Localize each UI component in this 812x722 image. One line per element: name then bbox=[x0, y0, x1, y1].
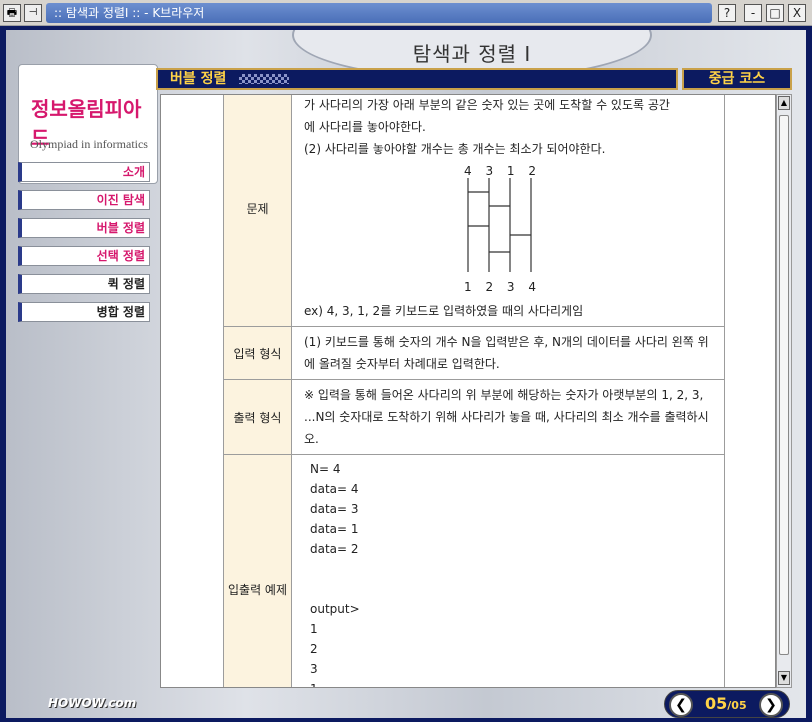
menu-item[interactable]: 소개 bbox=[18, 162, 150, 182]
content-panel: 문제 가 사다리의 가장 아래 부분의 같은 숫자 있는 곳에 도착할 수 있도… bbox=[160, 94, 776, 688]
pin-icon[interactable]: ⊣ bbox=[24, 4, 42, 22]
checker-pattern bbox=[239, 74, 290, 84]
menu-item[interactable]: 병합 정렬 bbox=[18, 302, 150, 322]
io-input-list: N= 4 data= 4 data= 3 data= 1 data= 2 bbox=[304, 459, 712, 559]
example-caption: ex) 4, 3, 1, 2를 키보드로 입력하였을 때의 사다리게임 bbox=[304, 304, 584, 318]
vertical-scrollbar[interactable]: ▲ ▼ bbox=[776, 94, 792, 688]
io-output-line: 2 bbox=[310, 642, 318, 656]
io-input-line: data= 4 bbox=[310, 482, 359, 496]
app-inner: 탐색과 정렬 I 정보올림피아드 Olympiad in informatics… bbox=[6, 30, 806, 718]
ladder-lines bbox=[467, 178, 532, 272]
app-frame: 탐색과 정렬 I 정보올림피아드 Olympiad in informatics… bbox=[0, 26, 812, 722]
help-button[interactable]: ? bbox=[718, 4, 736, 22]
table-row: 입출력 예제 N= 4 data= 4 data= 3 data= 1 data= 2 … bbox=[223, 454, 725, 687]
page-title: 탐색과 정렬 I bbox=[412, 42, 532, 66]
output-format-label: 출력 형식 bbox=[223, 379, 292, 455]
io-input-line: data= 3 bbox=[310, 502, 359, 516]
window-titlebar: 🖶 ⊣ :: 탐색과 정렬I :: - K브라우저 ? - □ X bbox=[0, 0, 812, 26]
ladder-bottom-3: 3 bbox=[506, 280, 515, 294]
io-output-line: 1 bbox=[304, 679, 712, 687]
scroll-up-icon[interactable]: ▲ bbox=[778, 96, 790, 110]
scroll-down-icon[interactable]: ▼ bbox=[778, 671, 790, 685]
ladder-bottom-4: 4 bbox=[528, 280, 536, 294]
section-header: 버블 정렬 bbox=[156, 68, 678, 90]
problem-line-1: 가 사다리의 가장 아래 부분의 같은 숫자 있는 곳에 도착할 수 있도록 공… bbox=[304, 98, 670, 112]
table-row: 입력 형식 (1) 키보드를 통해 숫자의 개수 N을 입력받은 후, N개의 … bbox=[223, 326, 725, 380]
close-button[interactable]: X bbox=[788, 4, 806, 22]
io-output-line: 1 bbox=[310, 622, 318, 636]
input-format-text: (1) 키보드를 통해 숫자의 개수 N을 입력받은 후, N개의 데이터를 사… bbox=[291, 326, 725, 380]
app-icon[interactable]: 🖶 bbox=[3, 4, 21, 22]
problem-line-2: 에 사다리를 놓아야한다. bbox=[304, 120, 426, 134]
io-input-line: data= 1 bbox=[310, 522, 359, 536]
howow-logo: HOWOW.com bbox=[48, 696, 137, 710]
ladder-bottom-2: 2 bbox=[485, 280, 494, 294]
io-output-list: 12312 bbox=[304, 619, 712, 687]
window-title: :: 탐색과 정렬I :: - K브라우저 bbox=[46, 3, 712, 23]
menu-item[interactable]: 이진 탐색 bbox=[18, 190, 150, 210]
io-output-heading: output> bbox=[310, 602, 360, 616]
minimize-button[interactable]: - bbox=[744, 4, 762, 22]
table-row: 출력 형식 ※ 입력을 통해 들어온 사다리의 위 부분에 해당하는 숫자가 아… bbox=[223, 379, 725, 455]
scroll-thumb[interactable] bbox=[779, 115, 789, 655]
ladder-bottom-numbers: 1 2 3 4 bbox=[464, 276, 536, 298]
output-format-text: ※ 입력을 통해 들어온 사다리의 위 부분에 해당하는 숫자가 아랫부분의 1… bbox=[291, 379, 725, 455]
io-input-line: N= 4 bbox=[310, 462, 341, 476]
page-current: 05 bbox=[705, 694, 728, 713]
maximize-button[interactable]: □ bbox=[766, 4, 784, 22]
course-badge: 중급 코스 bbox=[682, 68, 792, 90]
prev-page-icon[interactable]: ❮ bbox=[669, 693, 693, 717]
io-input-line: data= 2 bbox=[310, 542, 359, 556]
logo-sub-text: Olympiad in informatics bbox=[30, 137, 148, 151]
next-page-icon[interactable]: ❯ bbox=[759, 693, 783, 717]
page-total: 05 bbox=[731, 699, 747, 712]
menu-item[interactable]: 퀵 정렬 bbox=[18, 274, 150, 294]
page-navigator: ❮ 05/05 ❯ bbox=[664, 690, 790, 718]
problem-label: 문제 bbox=[223, 95, 292, 327]
problem-line-3: (2) 사다리를 놓아야할 개수는 총 개수는 최소가 되어야한다. bbox=[304, 142, 606, 156]
io-example-cell: N= 4 data= 4 data= 3 data= 1 data= 2 output>… bbox=[291, 454, 725, 687]
problem-cell: 가 사다리의 가장 아래 부분의 같은 숫자 있는 곳에 도착할 수 있도록 공… bbox=[291, 95, 725, 327]
problem-table: 문제 가 사다리의 가장 아래 부분의 같은 숫자 있는 곳에 도착할 수 있도… bbox=[223, 95, 725, 687]
ladder-bottom-1: 1 bbox=[464, 280, 472, 294]
table-row: 문제 가 사다리의 가장 아래 부분의 같은 숫자 있는 곳에 도착할 수 있도… bbox=[223, 95, 725, 327]
io-output-line: 3 bbox=[310, 662, 318, 676]
input-format-label: 입력 형식 bbox=[223, 326, 292, 380]
menu-item[interactable]: 선택 정렬 bbox=[18, 246, 150, 266]
menu-item[interactable]: 버블 정렬 bbox=[18, 218, 150, 238]
page-indicator: 05/05 bbox=[705, 694, 747, 713]
section-title: 버블 정렬 bbox=[170, 71, 227, 87]
io-example-label: 입출력 예제 bbox=[223, 454, 292, 687]
ladder-diagram: 4 3 1 2 1 2 3 4 bbox=[464, 160, 564, 300]
